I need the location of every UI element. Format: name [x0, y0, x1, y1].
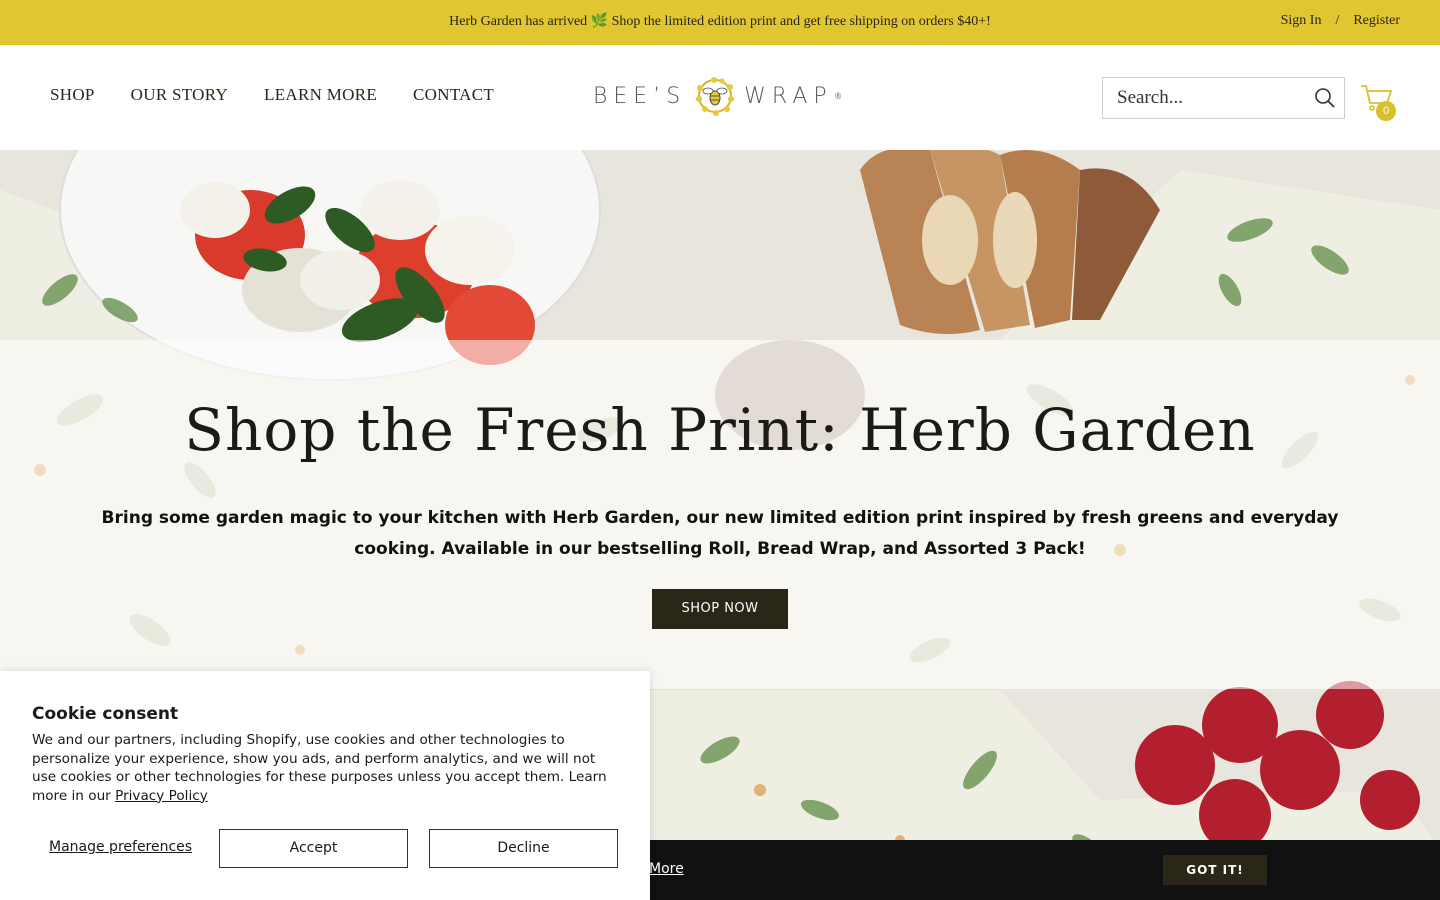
- hero-description: Bring some garden magic to your kitchen …: [101, 508, 1339, 559]
- search-icon[interactable]: [1314, 87, 1336, 109]
- cookie-consent-dialog: Cookie consent We and our partners, incl…: [0, 671, 650, 900]
- register-link[interactable]: Register: [1353, 13, 1400, 29]
- account-links: Sign In / Register: [1281, 13, 1400, 29]
- consent-title: Cookie consent: [32, 704, 179, 724]
- site-header: SHOP OUR STORY LEARN MORE CONTACT BEE’S …: [0, 45, 1440, 150]
- hero-title: Shop the Fresh Print: Herb Garden: [184, 396, 1256, 464]
- privacy-policy-link[interactable]: Privacy Policy: [115, 788, 208, 804]
- nav-contact[interactable]: CONTACT: [413, 85, 494, 105]
- nav-our-story[interactable]: OUR STORY: [131, 85, 228, 105]
- search-input[interactable]: [1103, 78, 1303, 118]
- logo-text-right: WRAP: [744, 83, 833, 109]
- sign-in-link[interactable]: Sign In: [1281, 13, 1322, 29]
- site-logo[interactable]: BEE’S WRAP ®: [593, 75, 841, 117]
- announcement-text[interactable]: Herb Garden has arrived 🌿 Shop the limit…: [0, 13, 1440, 30]
- nav-shop[interactable]: SHOP: [50, 85, 95, 105]
- cart-count-badge: 0: [1376, 101, 1396, 121]
- logo-registered-mark: ®: [834, 91, 842, 101]
- got-it-button[interactable]: GOT IT!: [1163, 855, 1267, 885]
- main-nav: SHOP OUR STORY LEARN MORE CONTACT: [50, 85, 494, 105]
- accept-button[interactable]: Accept: [219, 829, 408, 868]
- search-box: [1102, 77, 1345, 119]
- learn-more-link[interactable]: More: [649, 861, 684, 877]
- manage-preferences-link[interactable]: Manage preferences: [49, 839, 192, 855]
- consent-body: We and our partners, including Shopify, …: [32, 731, 622, 805]
- logo-text-left: BEE’S: [593, 83, 687, 109]
- account-separator: /: [1335, 13, 1340, 28]
- shop-now-button[interactable]: SHOP NOW: [652, 589, 788, 629]
- bee-logo-icon: [696, 77, 735, 116]
- decline-button[interactable]: Decline: [429, 829, 618, 868]
- cart-button[interactable]: 0: [1360, 83, 1400, 123]
- nav-learn-more[interactable]: LEARN MORE: [264, 85, 377, 105]
- announcement-bar: Herb Garden has arrived 🌿 Shop the limit…: [0, 0, 1440, 45]
